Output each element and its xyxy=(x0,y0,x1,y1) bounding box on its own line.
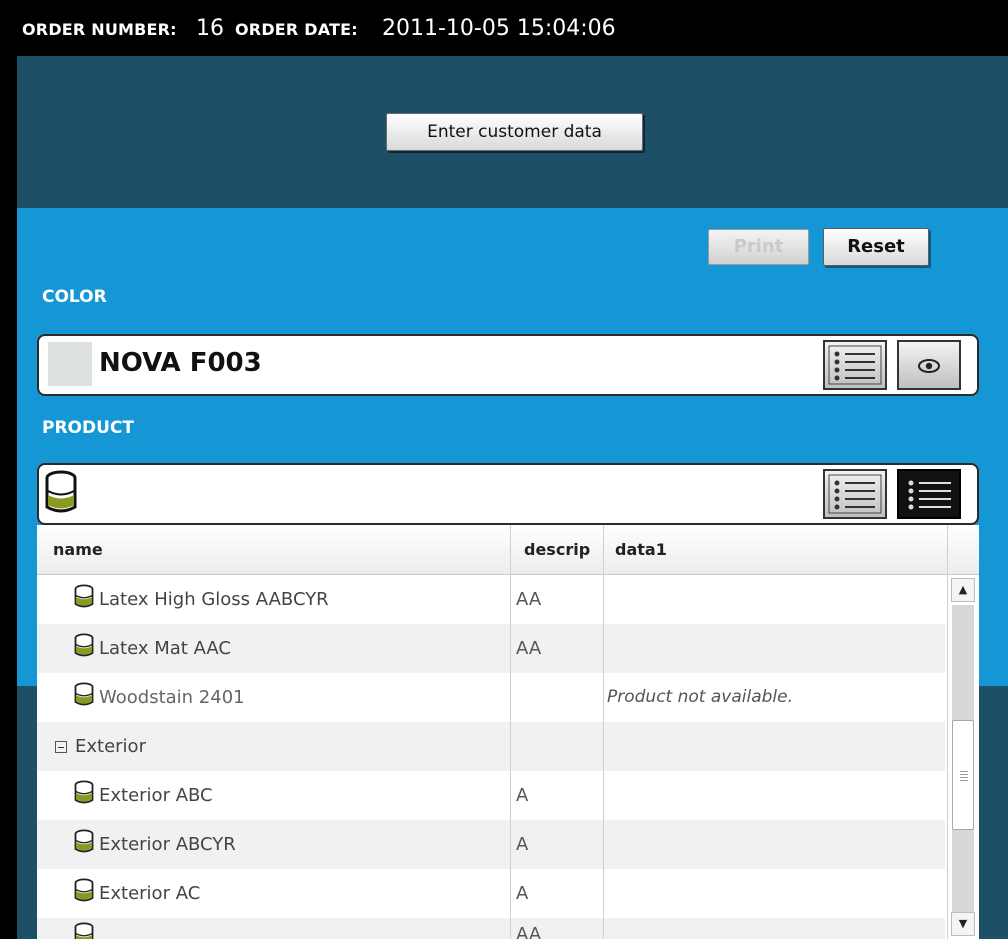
table-scrollbar[interactable]: ▲ ▼ xyxy=(947,575,977,939)
list-icon xyxy=(908,480,951,510)
column-header-name[interactable]: name xyxy=(53,540,103,559)
product-name: Exterior ABCYR xyxy=(99,834,236,855)
product-descrip: A xyxy=(516,785,529,806)
column-divider xyxy=(603,525,604,939)
table-row[interactable]: Exterior ABC A xyxy=(37,771,945,820)
paint-can-icon xyxy=(45,470,77,513)
scroll-down-icon[interactable]: ▼ xyxy=(951,912,975,936)
product-table: name descrip data1 Latex High Gloss AABC… xyxy=(37,525,979,939)
reset-button[interactable]: Reset xyxy=(823,228,929,266)
product-name: Latex Mat AAC xyxy=(99,638,231,659)
product-section-label: PRODUCT xyxy=(42,418,134,438)
scroll-thumb[interactable] xyxy=(952,720,974,830)
product-name: Exterior AC xyxy=(99,883,201,904)
product-descrip: AA xyxy=(516,924,542,939)
paint-can-icon xyxy=(73,584,95,614)
column-divider xyxy=(510,525,511,939)
color-view-button[interactable] xyxy=(897,340,961,390)
product-descrip: A xyxy=(516,834,529,855)
table-row[interactable]: Exterior AC A xyxy=(37,869,945,918)
product-list-button[interactable] xyxy=(823,469,887,519)
column-header-descrip[interactable]: descrip xyxy=(524,540,590,559)
paint-can-icon xyxy=(73,780,95,810)
enter-customer-data-button[interactable]: Enter customer data xyxy=(386,113,643,151)
group-name: Exterior xyxy=(75,736,146,757)
order-header: ORDER NUMBER: 16 ORDER DATE: 2011-10-05 … xyxy=(0,0,1008,56)
paint-can-icon xyxy=(73,878,95,908)
table-row[interactable]: Latex Mat AAC AA xyxy=(37,624,945,673)
product-descrip: AA xyxy=(516,638,542,659)
product-descrip: A xyxy=(516,883,529,904)
product-descrip: AA xyxy=(516,589,542,610)
paint-can-icon xyxy=(73,922,95,939)
color-list-button[interactable] xyxy=(823,340,887,390)
paint-can-icon xyxy=(73,829,95,859)
product-name: Latex High Gloss AABCYR xyxy=(99,589,329,610)
color-swatch xyxy=(48,342,92,386)
print-button[interactable]: Print xyxy=(708,229,809,265)
order-number-value: 16 xyxy=(196,16,224,41)
color-section-label: COLOR xyxy=(42,287,107,307)
column-header-data1[interactable]: data1 xyxy=(615,540,667,559)
product-field[interactable] xyxy=(37,463,979,525)
tree-group-row[interactable]: Exterior xyxy=(37,722,945,771)
paint-can-icon xyxy=(73,633,95,663)
product-data1: Product not available. xyxy=(607,687,794,707)
product-name: Exterior ABC xyxy=(99,785,213,806)
product-name: Woodstain 2401 xyxy=(99,687,245,708)
table-row[interactable]: Woodstain 2401 Product not available. xyxy=(37,673,945,722)
product-tree-list-button[interactable] xyxy=(897,469,961,519)
column-divider xyxy=(947,525,948,575)
table-row[interactable]: AA xyxy=(37,918,945,939)
order-number-label: ORDER NUMBER: xyxy=(22,20,177,39)
paint-can-icon xyxy=(73,682,95,712)
list-icon xyxy=(828,345,882,385)
list-icon xyxy=(828,474,882,514)
table-row[interactable]: Latex High Gloss AABCYR AA xyxy=(37,575,945,624)
color-name: NOVA F003 xyxy=(99,348,262,378)
table-row[interactable]: Exterior ABCYR A xyxy=(37,820,945,869)
order-date-value: 2011-10-05 15:04:06 xyxy=(382,16,616,41)
scroll-up-icon[interactable]: ▲ xyxy=(951,578,975,602)
eye-icon xyxy=(918,359,940,373)
color-field[interactable]: NOVA F003 xyxy=(37,334,979,396)
order-date-label: ORDER DATE: xyxy=(235,20,358,39)
table-header: name descrip data1 xyxy=(37,525,979,575)
collapse-icon[interactable] xyxy=(55,741,67,753)
